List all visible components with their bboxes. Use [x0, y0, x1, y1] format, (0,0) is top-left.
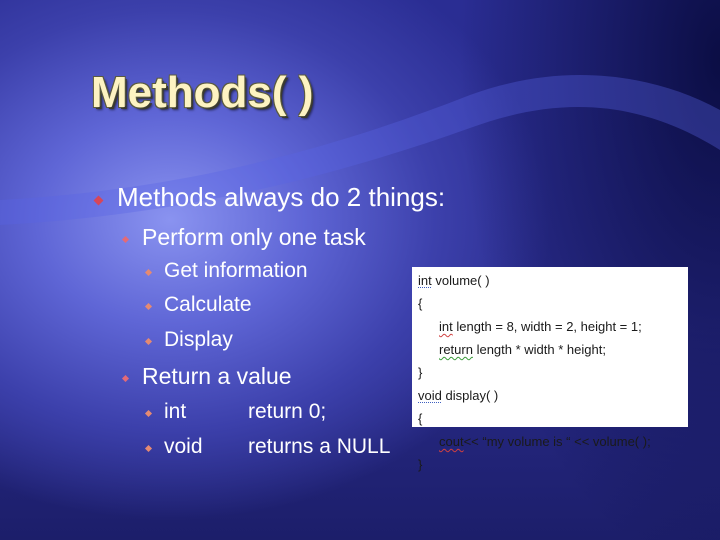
- code-line: void display( ): [418, 384, 682, 407]
- bullet-void-type: void: [164, 435, 203, 458]
- bullet-display: Display: [164, 328, 233, 351]
- bullet-diamond-icon: [121, 374, 130, 383]
- code-text: display( ): [441, 388, 499, 403]
- bullet-get-information: Get information: [164, 259, 308, 282]
- bullet-diamond-icon: [144, 337, 153, 346]
- code-text: << “my volume is “ << volume( );: [463, 434, 651, 449]
- slide: Methods( ) Methods always do 2 things: P…: [0, 0, 720, 540]
- code-line: return length * width * height;: [418, 338, 682, 361]
- code-keyword: void: [418, 388, 442, 403]
- code-line: {: [418, 296, 423, 311]
- code-line: }: [418, 365, 423, 380]
- code-keyword: int: [418, 273, 432, 288]
- bullet-diamond-icon: [93, 195, 104, 206]
- bullet-void-desc: returns a NULL: [248, 435, 391, 458]
- code-line: int length = 8, width = 2, height = 1;: [418, 315, 682, 338]
- bullet-diamond-icon: [144, 444, 153, 453]
- code-text: length * width * height;: [472, 342, 606, 357]
- bullet-diamond-icon: [121, 235, 130, 244]
- code-text: volume( ): [431, 273, 490, 288]
- code-line: int volume( ): [418, 269, 682, 292]
- code-keyword: cout: [439, 434, 464, 449]
- bullet-int-type: int: [164, 400, 187, 423]
- bullet-diamond-icon: [144, 302, 153, 311]
- bullet-diamond-icon: [144, 409, 153, 418]
- code-line: {: [418, 411, 423, 426]
- bullet-return-value: Return a value: [142, 363, 292, 389]
- code-keyword: return: [439, 342, 473, 357]
- bullet-calculate: Calculate: [164, 293, 252, 316]
- bullet-main: Methods always do 2 things:: [117, 182, 446, 212]
- code-line: }: [418, 457, 423, 472]
- bullet-int-desc: return 0;: [248, 400, 327, 423]
- code-text: length = 8, width = 2, height = 1;: [452, 319, 642, 334]
- bullet-diamond-icon: [144, 268, 153, 277]
- code-keyword: int: [439, 319, 453, 334]
- code-snippet-box: int volume( ) { int length = 8, width = …: [412, 267, 688, 472]
- bullet-perform-task: Perform only one task: [142, 224, 366, 250]
- slide-title: Methods( ): [91, 68, 314, 117]
- code-line: cout<< “my volume is “ << volume( );: [418, 430, 682, 453]
